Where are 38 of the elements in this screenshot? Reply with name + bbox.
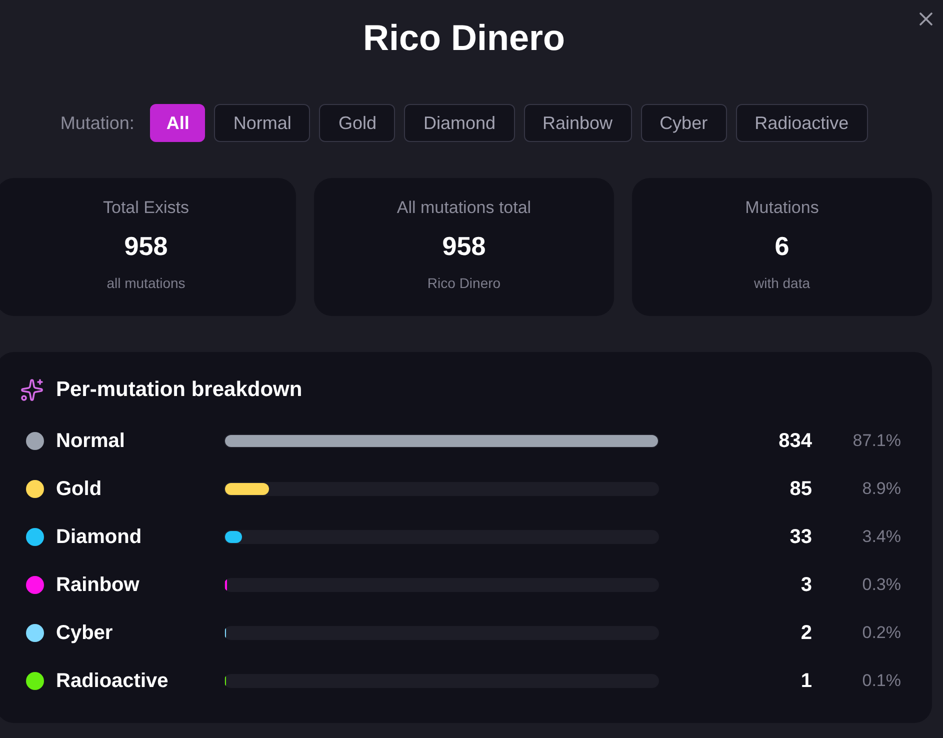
filter-tab[interactable]: All [150,104,206,142]
filter-label: Mutation: [60,112,134,134]
mutation-name: Cyber [56,622,113,644]
mutation-percent: 0.1% [862,671,901,691]
stat-label: Total Exists [103,197,189,219]
mutation-name: Diamond [56,526,142,548]
stat-caption: with data [754,274,810,293]
filter-tab[interactable]: Normal [214,104,310,142]
mutation-count: 834 [778,430,812,452]
mutation-percent: 3.4% [862,527,901,547]
filter-tab[interactable]: Rainbow [524,104,632,142]
stat-label: Mutations [745,197,819,219]
filter-tab[interactable]: Diamond [404,104,515,142]
mutation-count: 2 [800,622,812,644]
mutation-name: Rainbow [56,574,140,596]
stat-caption: all mutations [106,274,186,293]
stat-label: All mutations total [396,197,532,219]
panel-title: Per-mutation breakdown [56,378,302,402]
mutation-name: Gold [56,478,102,500]
filter-tab[interactable]: Cyber [640,104,727,142]
mutation-percent: 0.2% [862,623,901,643]
sparkle-icon [20,378,44,402]
filter-tab[interactable]: Radioactive [736,104,868,142]
mutation-count: 33 [790,526,812,548]
stat-value: 958 [442,230,486,262]
mutation-count: 1 [800,670,812,692]
filter-tab[interactable]: Gold [319,104,396,142]
dialog-title: Rico Dinero [362,16,566,60]
stat-value: 958 [124,230,168,262]
mutation-name: Radioactive [56,670,168,692]
mutation-count: 85 [790,478,812,500]
mutation-percent: 8.9% [862,479,901,499]
mutation-name: Normal [56,430,125,452]
stat-caption: Rico Dinero [427,274,501,293]
mutation-percent: 87.1% [852,431,901,451]
mutation-percent: 0.3% [862,575,901,595]
mutation-count: 3 [800,574,812,596]
stat-value: 6 [774,230,790,262]
